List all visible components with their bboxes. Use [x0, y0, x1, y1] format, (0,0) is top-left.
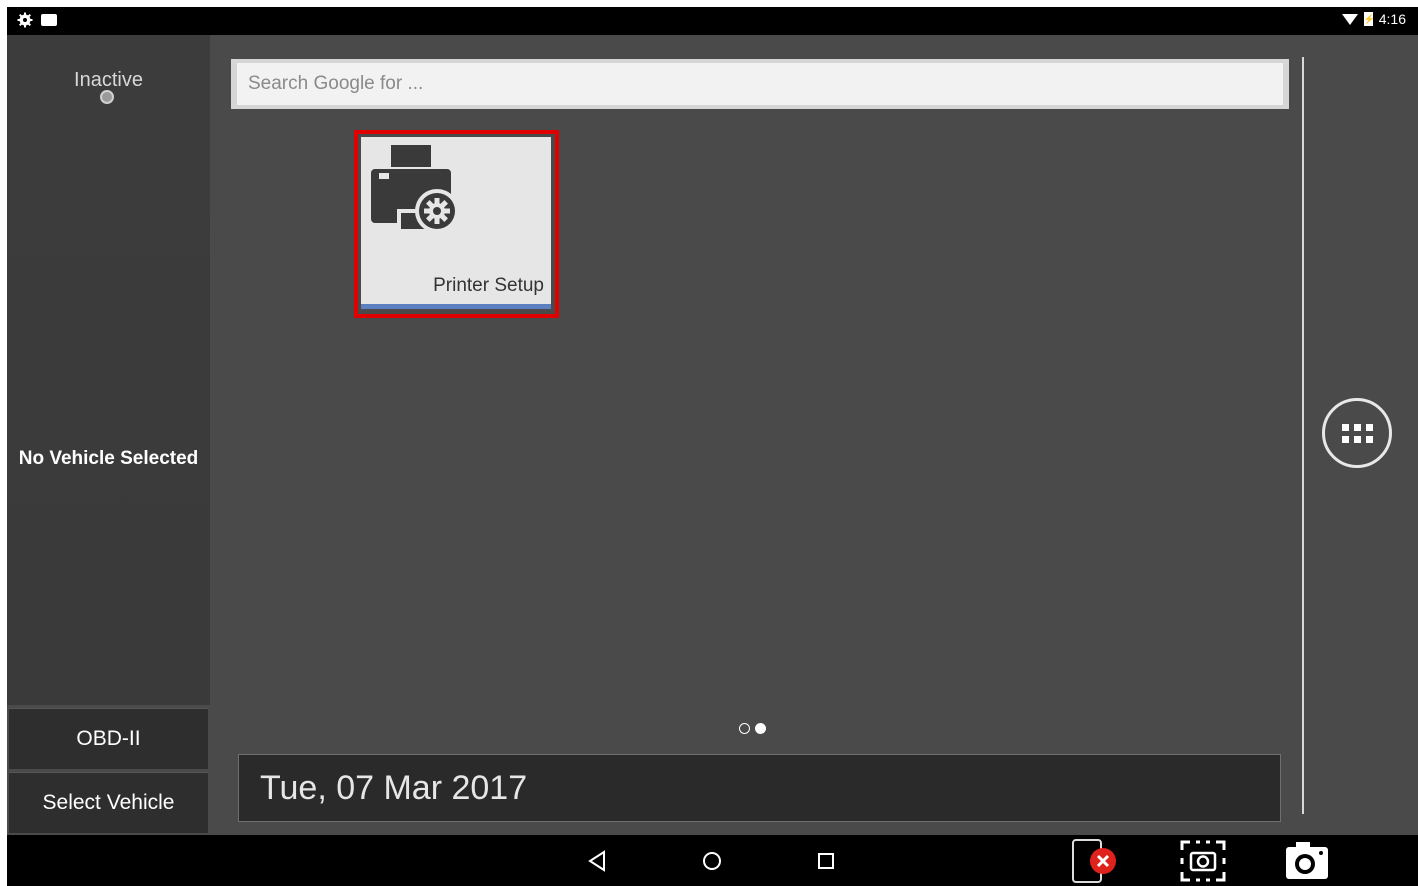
camera-icon: [1286, 841, 1328, 879]
page-dot[interactable]: [739, 723, 750, 734]
printer-settings-icon: [371, 145, 459, 233]
disconnect-device-button[interactable]: [1069, 835, 1123, 886]
wifi-icon: [1341, 13, 1358, 25]
navigation-bar: [7, 835, 1418, 886]
recents-icon: [818, 852, 834, 869]
google-search-bar: [231, 59, 1289, 109]
connection-status-icon: [100, 90, 114, 104]
select-vehicle-button[interactable]: Select Vehicle: [9, 772, 208, 833]
battery-charging-icon: [1363, 12, 1373, 26]
status-time: 4:16: [1378, 11, 1406, 27]
screenshot-button[interactable]: [1175, 835, 1231, 886]
page-indicator: [739, 723, 766, 734]
screenshot-icon: [1180, 840, 1226, 881]
phone-disconnect-icon: [1072, 838, 1116, 883]
settings-notification-icon: [17, 12, 33, 28]
status-bar: 4:16: [7, 7, 1418, 35]
connection-status: Inactive: [74, 69, 143, 91]
back-button[interactable]: [582, 835, 612, 886]
card-notification-icon: [41, 14, 57, 26]
android-screen: 4:16 Inactive No Vehicle Selected OBD-II…: [7, 7, 1418, 886]
date-widget: Tue, 07 Mar 2017: [238, 754, 1281, 822]
camera-button[interactable]: [1279, 835, 1335, 886]
recents-button[interactable]: [811, 835, 841, 886]
tile-accent-bar: [361, 304, 551, 309]
vertical-divider: [1302, 57, 1304, 814]
obd-ii-button[interactable]: OBD-II: [9, 708, 208, 769]
home-icon: [703, 851, 721, 870]
vehicle-panel: Inactive No Vehicle Selected: [7, 35, 210, 705]
printer-setup-tile[interactable]: Printer Setup: [361, 137, 551, 309]
search-input[interactable]: [237, 63, 1283, 105]
apps-grid-icon: [1341, 423, 1373, 443]
tile-label: Printer Setup: [433, 275, 544, 296]
app-drawer-button[interactable]: [1322, 398, 1392, 468]
vehicle-status: No Vehicle Selected: [18, 448, 199, 469]
back-icon: [588, 849, 605, 872]
page-dot-active[interactable]: [755, 723, 766, 734]
home-button[interactable]: [697, 835, 727, 886]
